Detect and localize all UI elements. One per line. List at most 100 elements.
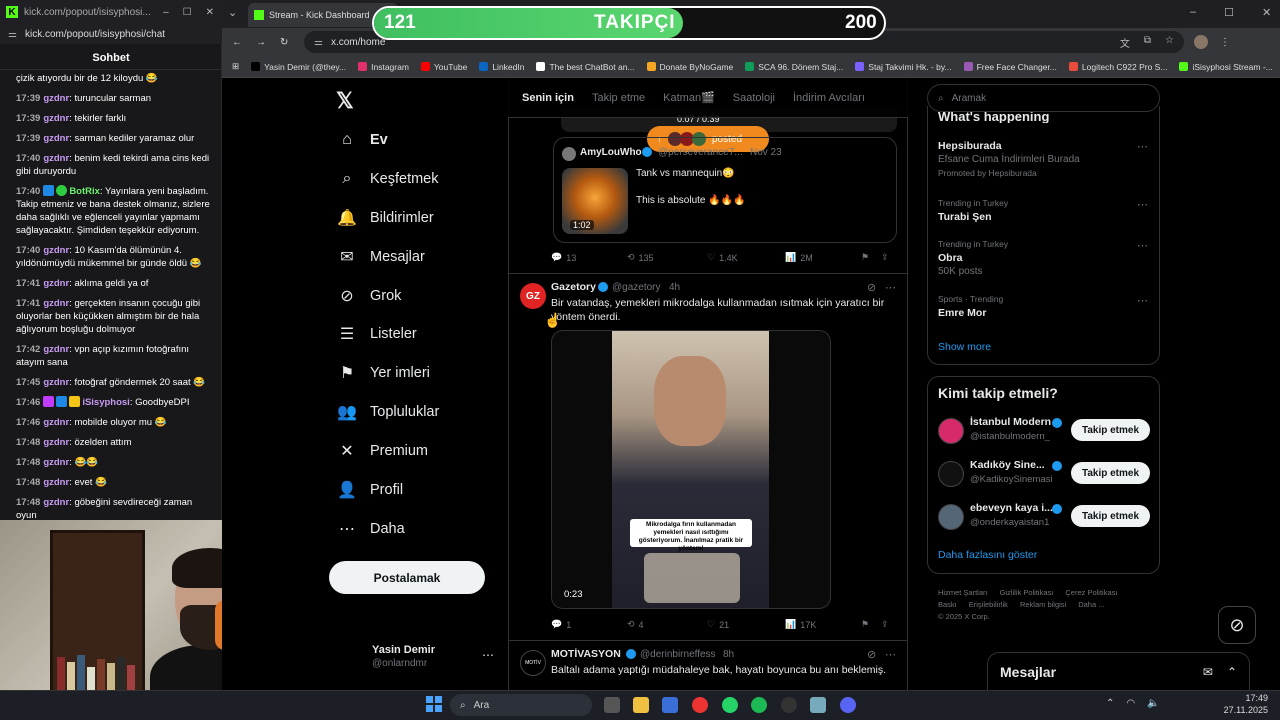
nav-person[interactable]: 👤 Profil: [337, 478, 403, 502]
more-icon[interactable]: ⋯: [1137, 140, 1148, 153]
forward-icon[interactable]: →: [256, 37, 274, 48]
nav-home[interactable]: ⌂ Ev: [338, 128, 388, 152]
views-button[interactable]: 📊 17K: [785, 619, 861, 630]
bookmark-item[interactable]: The best ChatBot an...: [536, 62, 635, 72]
minimize-icon[interactable]: –: [1190, 6, 1196, 19]
search-input[interactable]: ⌕ Aramak: [927, 84, 1160, 112]
chat-username[interactable]: gzdnr: [43, 278, 69, 289]
profile-avatar[interactable]: [1194, 35, 1208, 49]
taskbar-clock[interactable]: 17:49 27.11.2025: [1216, 692, 1268, 716]
chat-address-bar[interactable]: ⚌ kick.com/popout/isisyphosi/chat: [0, 24, 222, 44]
grok-float-icon[interactable]: ⊘: [1218, 606, 1256, 644]
follow-button[interactable]: Takip etmek: [1071, 505, 1150, 527]
footer-link[interactable]: © 2025 X Corp.: [938, 611, 990, 623]
minimize-icon[interactable]: –: [163, 7, 169, 18]
nav-more[interactable]: ⋯ Daha: [338, 517, 405, 541]
nav-search[interactable]: ⌕ Keşfetmek: [338, 167, 439, 191]
feed-tab[interactable]: Senin için: [522, 92, 574, 104]
share-icon[interactable]: ⇪: [881, 252, 889, 263]
suggest-name[interactable]: Kadıköy Sine...: [970, 459, 1045, 471]
wifi-icon[interactable]: ◠: [1126, 698, 1135, 709]
more-icon[interactable]: ⋯: [885, 281, 896, 294]
chat-username[interactable]: BotRix: [69, 186, 100, 197]
bookmark-item[interactable]: Yasin Demir (@they...: [251, 62, 346, 72]
more-icon[interactable]: ⋯: [1137, 198, 1148, 211]
footer-link[interactable]: Çerez Politikası: [1065, 587, 1117, 599]
maximize-icon[interactable]: ☐: [1224, 6, 1234, 19]
trend-name[interactable]: Turabi Şen: [938, 211, 991, 223]
reply-button[interactable]: 💬 13: [551, 252, 627, 263]
chat-username[interactable]: gzdnr: [43, 133, 69, 144]
nav-mail[interactable]: ✉ Mesajlar: [338, 245, 425, 269]
follow-button[interactable]: Takip etmek: [1071, 462, 1150, 484]
trend-name[interactable]: Emre Mor: [938, 307, 986, 319]
nav-list[interactable]: ☰ Listeler: [338, 322, 417, 346]
follow-button[interactable]: Takip etmek: [1071, 419, 1150, 441]
post-author[interactable]: Gazetory: [551, 281, 596, 293]
maximize-icon[interactable]: ☐: [183, 7, 192, 18]
footer-link[interactable]: Erişilebilirlik: [969, 599, 1008, 611]
nav-bell[interactable]: 🔔 Bildirimler: [337, 206, 434, 230]
nav-bookmark[interactable]: ⚑ Yer imleri: [338, 361, 430, 385]
close-icon[interactable]: ✕: [1262, 6, 1271, 19]
bookmark-item[interactable]: Donate ByNoGame: [646, 62, 733, 72]
chat-username[interactable]: gzdnr: [43, 113, 69, 124]
browser-menu-icon[interactable]: ⋮: [1220, 37, 1230, 48]
more-icon[interactable]: ⋯: [1137, 294, 1148, 307]
chat-username[interactable]: gzdnr: [43, 477, 69, 488]
settings-icon[interactable]: ⚌: [8, 29, 17, 40]
avatar[interactable]: GZ: [520, 283, 546, 309]
avatar[interactable]: MOTİV: [520, 650, 546, 676]
nav-grok[interactable]: ⊘ Grok: [338, 284, 401, 308]
chat-username[interactable]: gzdnr: [43, 377, 69, 388]
reload-icon[interactable]: ↻: [280, 37, 298, 48]
obs-icon[interactable]: [781, 697, 797, 713]
bookmark-item[interactable]: iSisyphosi Stream -...: [1179, 62, 1273, 72]
bookmark-icon[interactable]: ⚑: [861, 252, 881, 263]
trend-name[interactable]: Hepsiburada: [938, 140, 1002, 152]
chat-username[interactable]: gzdnr: [43, 344, 69, 355]
nav-x-logo[interactable]: ✕ Premium: [338, 439, 428, 463]
bookmark-icon[interactable]: ⚑: [861, 619, 881, 630]
reply-button[interactable]: 💬 1: [551, 619, 627, 630]
close-icon[interactable]: ✕: [206, 7, 214, 18]
bookmark-item[interactable]: Free Face Changer...: [963, 62, 1057, 72]
avatar[interactable]: [938, 418, 964, 444]
back-icon[interactable]: ←: [232, 37, 250, 48]
chat-username[interactable]: gzdnr: [43, 457, 69, 468]
store-icon[interactable]: [662, 697, 678, 713]
account-switcher[interactable]: Yasin Demir @onlarndmr ⋯: [340, 640, 500, 676]
messages-drawer[interactable]: Mesajlar ✉ ⌃: [987, 652, 1250, 690]
more-icon[interactable]: ⋯: [1137, 239, 1148, 252]
bookmark-item[interactable]: Staj Takvimi Hk. - by...: [855, 62, 952, 72]
bookmark-item[interactable]: YouTube: [420, 62, 467, 72]
new-message-icon[interactable]: ✉: [1203, 665, 1213, 679]
feed-tab[interactable]: İndirim Avcıları: [793, 92, 865, 104]
post-handle[interactable]: @derinbirneffess: [640, 649, 716, 660]
translate-icon[interactable]: 文: [1120, 35, 1130, 50]
volume-icon[interactable]: 🔈: [1147, 698, 1159, 709]
suggest-name[interactable]: İstanbul Modern: [970, 416, 1051, 428]
bookmark-item[interactable]: LinkedIn: [479, 62, 524, 72]
suggest-name[interactable]: ebeveyn kaya i...: [970, 502, 1053, 514]
show-more-follow-link[interactable]: Daha fazlasını göster: [938, 549, 1037, 561]
post-handle[interactable]: @gazetory: [612, 282, 661, 293]
bookmark-item[interactable]: SCA 96. Dönem Staj...: [745, 62, 843, 72]
repost-button[interactable]: ⟲ 135: [627, 252, 707, 263]
feed-tab[interactable]: Takip etme: [592, 92, 645, 104]
apps-icon[interactable]: ⊞: [232, 61, 239, 72]
taskbar-search[interactable]: ⌕ Ara: [450, 694, 592, 716]
whatsapp-icon[interactable]: [722, 697, 738, 713]
like-button[interactable]: ♡ 21: [707, 619, 785, 630]
feed-tab[interactable]: Saatoloji: [733, 92, 775, 104]
chat-username[interactable]: gzdnr: [43, 437, 69, 448]
trend-name[interactable]: Obra: [938, 252, 963, 264]
windows-start-icon[interactable]: [426, 696, 442, 712]
cast-icon[interactable]: ⧉: [1144, 35, 1151, 50]
avatar[interactable]: [938, 504, 964, 530]
site-info-icon[interactable]: ⚌: [314, 37, 323, 48]
chat-username[interactable]: gzdnr: [43, 298, 69, 309]
spotify-icon[interactable]: [751, 697, 767, 713]
like-button[interactable]: ♡ 1.4K: [707, 252, 785, 263]
tab-menu-icon[interactable]: ⌄: [228, 6, 237, 19]
